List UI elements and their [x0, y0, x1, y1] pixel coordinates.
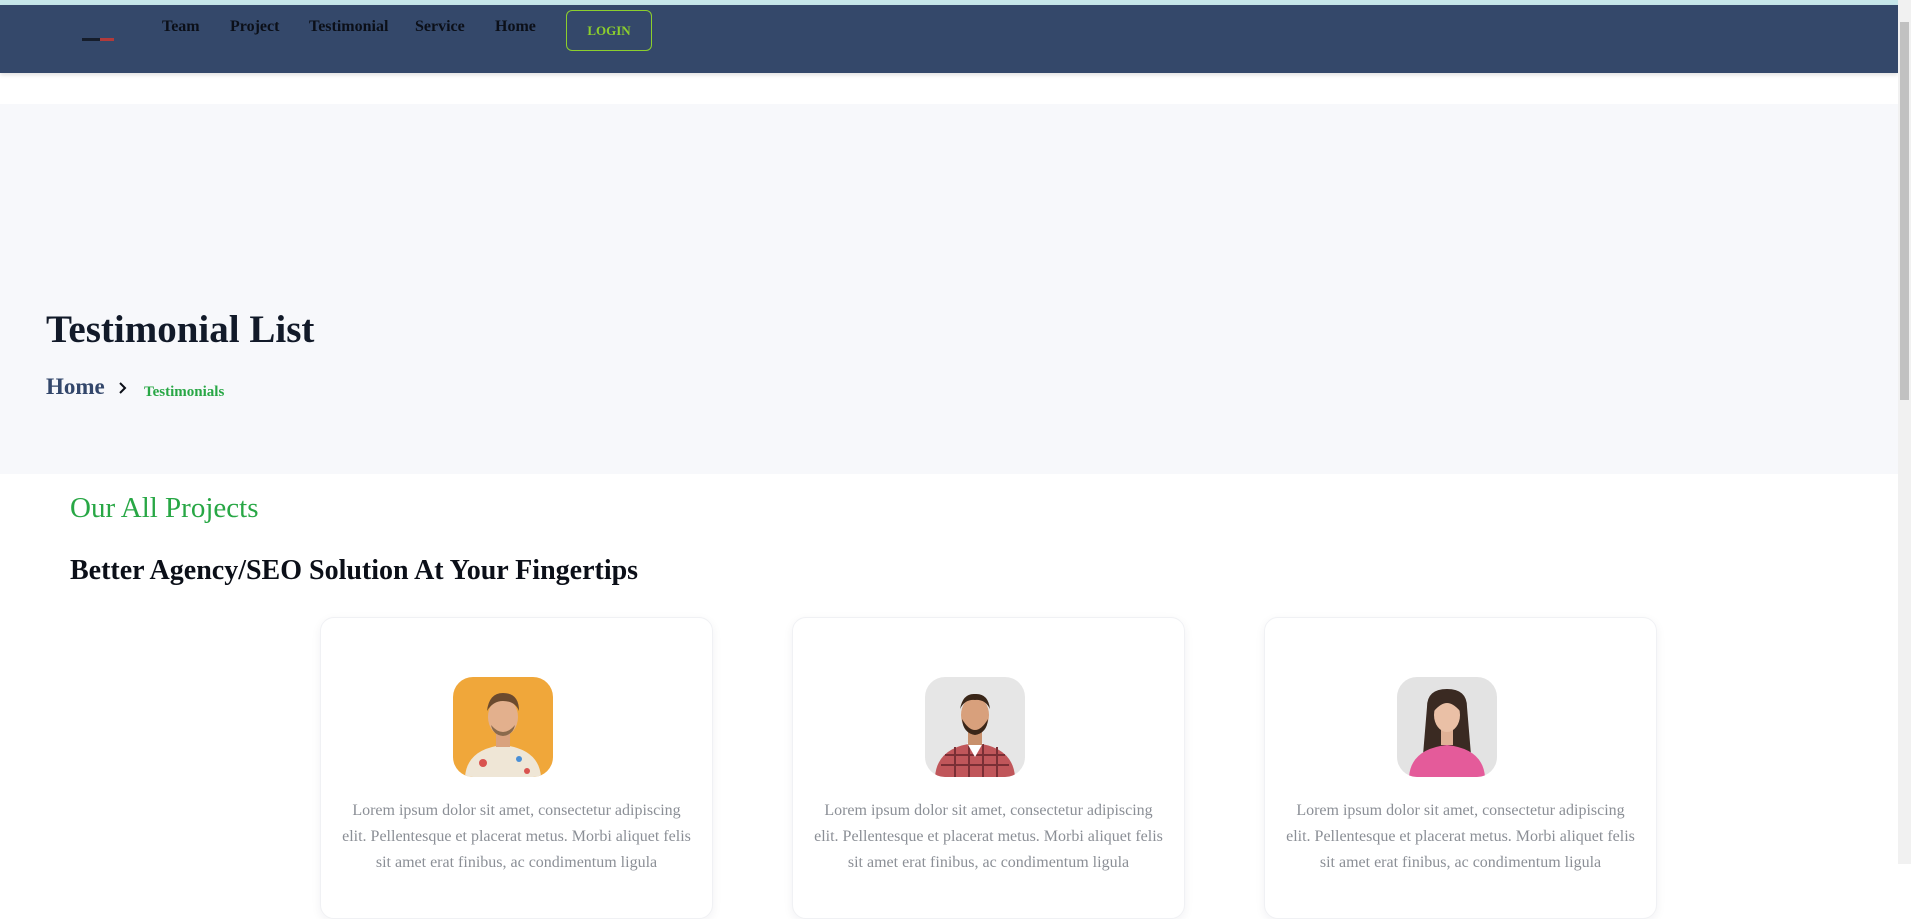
- nav-link-team[interactable]: Team: [162, 14, 200, 40]
- chevron-right-icon: [116, 381, 130, 395]
- logo-mark-dark: [82, 38, 100, 41]
- testimonial-card: Lorem ipsum dolor sit amet, consectetur …: [792, 617, 1185, 919]
- avatar: [453, 677, 553, 777]
- testimonial-card: Lorem ipsum dolor sit amet, consectetur …: [1264, 617, 1657, 919]
- section-eyebrow: Our All Projects: [70, 492, 259, 524]
- brand-logo[interactable]: [82, 36, 114, 43]
- section-heading: Better Agency/SEO Solution At Your Finge…: [70, 555, 639, 586]
- testimonial-text: Lorem ipsum dolor sit amet, consectetur …: [1286, 802, 1635, 871]
- nav-link-service[interactable]: Service: [415, 14, 465, 40]
- testimonial-card: Lorem ipsum dolor sit amet, consectetur …: [320, 617, 713, 919]
- testimonial-text: Lorem ipsum dolor sit amet, consectetur …: [342, 802, 691, 871]
- scrollbar-thumb[interactable]: [1900, 22, 1909, 400]
- nav-link-project[interactable]: Project: [230, 14, 279, 40]
- logo-mark-red: [100, 38, 114, 41]
- testimonial-text: Lorem ipsum dolor sit amet, consectetur …: [814, 802, 1163, 871]
- page-hero: [0, 104, 1898, 474]
- login-button[interactable]: LOGIN: [566, 10, 652, 51]
- navbar: Team Project Testimonial Service Home LO…: [0, 5, 1898, 73]
- page-title: Testimonial List: [46, 308, 315, 351]
- avatar: [925, 677, 1025, 777]
- breadcrumb-current[interactable]: Testimonials: [144, 382, 224, 402]
- nav-link-testimonial[interactable]: Testimonial: [309, 14, 388, 40]
- nav-link-home[interactable]: Home: [495, 14, 536, 40]
- breadcrumb-home-link[interactable]: Home: [46, 373, 105, 401]
- avatar: [1397, 677, 1497, 777]
